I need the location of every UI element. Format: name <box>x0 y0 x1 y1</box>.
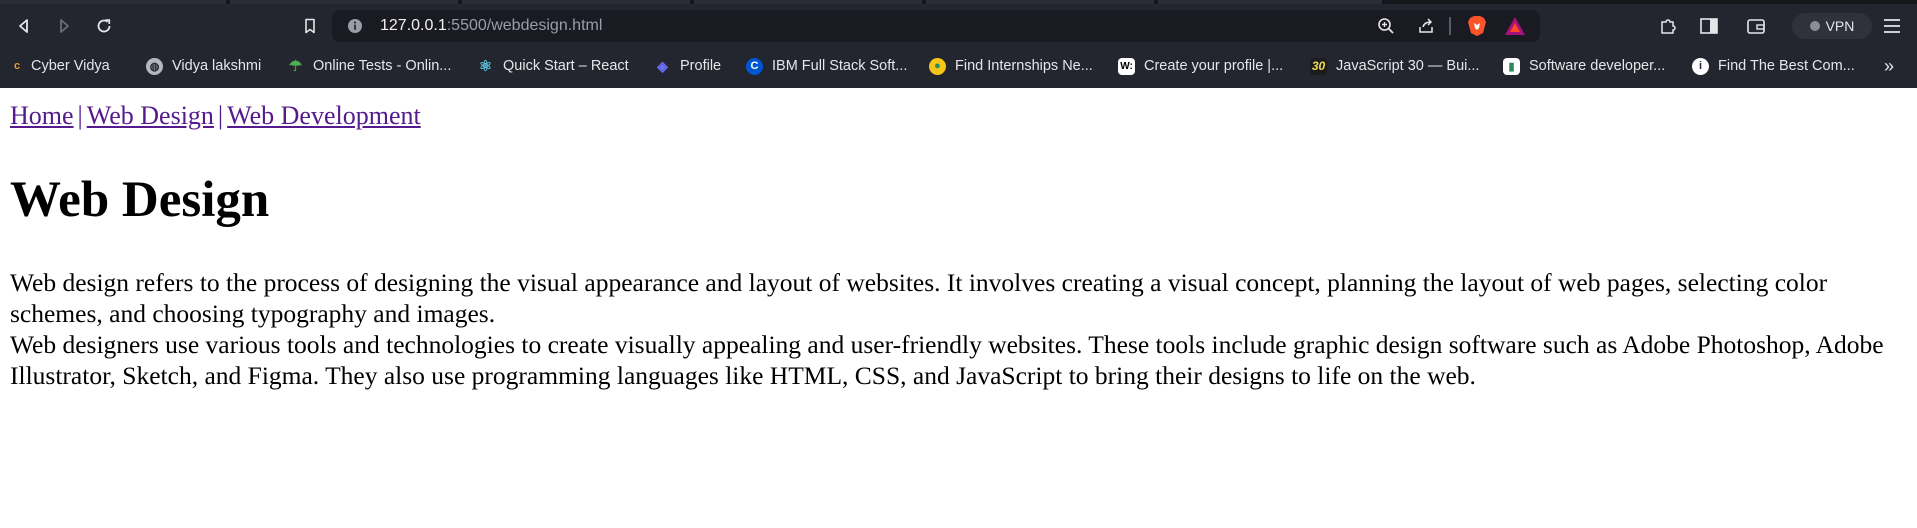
toolbar-divider <box>1449 17 1451 35</box>
bookmark-label: JavaScript 30 — Bui... <box>1336 58 1480 74</box>
browser-chrome: 127.0.0.1:5500/webdesign.html VPN c Cybe… <box>0 0 1917 88</box>
coursera-icon: C <box>746 57 763 75</box>
vpn-status-dot <box>1809 21 1820 31</box>
cybervidya-icon: c <box>13 60 21 72</box>
nav-separator: | <box>77 101 83 130</box>
bookmark-online-tests[interactable]: ☂ Online Tests - Onlin... <box>287 54 452 78</box>
vpn-button[interactable]: VPN <box>1792 13 1872 39</box>
indeed-icon: ▮ <box>1503 57 1520 75</box>
internshala-icon: ● <box>929 57 946 75</box>
wellfound-icon: W: <box>1118 57 1135 75</box>
react-icon: ⚛ <box>478 58 493 75</box>
nav-separator: | <box>217 101 224 130</box>
brave-rewards-icon[interactable] <box>1504 15 1526 37</box>
bookmarks-overflow-button[interactable]: » <box>1884 54 1894 78</box>
bookmark-label: Software developer... <box>1529 58 1666 74</box>
url-text[interactable]: 127.0.0.1:5500/webdesign.html <box>380 10 602 42</box>
reload-icon[interactable] <box>90 12 118 40</box>
back-icon[interactable] <box>10 12 38 40</box>
bookmark-vidya-lakshmi[interactable]: ◍ Vidya lakshmi <box>146 54 261 78</box>
intro-paragraph: Web design refers to the process of desi… <box>10 268 1828 328</box>
bookmark-software-developer[interactable]: ▮ Software developer... <box>1503 54 1665 78</box>
bookmarks-bar: c Cyber Vidya ◍ Vidya lakshmi ☂ Online T… <box>0 48 1917 84</box>
bookmark-cyber-vidya[interactable]: c Cyber Vidya <box>12 54 110 78</box>
menu-icon[interactable] <box>1880 14 1904 38</box>
js30-icon: 30 <box>1310 57 1327 75</box>
bookmark-javascript-30[interactable]: 30 JavaScript 30 — Bui... <box>1310 54 1479 78</box>
url-path: :5500/webdesign.html <box>446 17 603 34</box>
bookmark-icon[interactable] <box>296 12 324 40</box>
browser-toolbar: 127.0.0.1:5500/webdesign.html VPN <box>0 4 1917 48</box>
url-host: 127.0.0.1 <box>380 17 447 34</box>
bookmark-label: IBM Full Stack Soft... <box>772 58 908 74</box>
bookmark-label: Find Internships Ne... <box>955 58 1093 74</box>
bookmark-label: Create your profile |... <box>1144 58 1284 74</box>
nav-link-home[interactable]: Home <box>10 101 74 130</box>
bookmark-label: Vidya lakshmi <box>172 58 262 74</box>
info-icon: i <box>1692 57 1709 75</box>
extensions-icon[interactable] <box>1656 14 1680 38</box>
bookmark-profile[interactable]: ◈ Profile <box>654 54 721 78</box>
bookmark-label: Quick Start – React <box>503 58 629 74</box>
page-title: Web Design <box>10 172 270 228</box>
bookmark-find-best-company[interactable]: i Find The Best Com... <box>1692 54 1855 78</box>
forward-icon[interactable] <box>50 12 78 40</box>
profile-icon: ◈ <box>657 57 668 74</box>
wallet-icon[interactable] <box>1744 14 1768 38</box>
onlinetests-icon: ☂ <box>288 58 303 75</box>
bookmark-label: Profile <box>680 58 722 74</box>
brave-shields-icon[interactable] <box>1466 15 1488 37</box>
tools-paragraph: Web designers use various tools and tech… <box>10 330 1884 390</box>
bookmark-label: Cyber Vidya <box>31 58 110 74</box>
bookmark-ibm-full-stack[interactable]: C IBM Full Stack Soft... <box>746 54 907 78</box>
address-bar[interactable]: 127.0.0.1:5500/webdesign.html <box>332 10 1540 42</box>
vpn-label: VPN <box>1825 18 1855 34</box>
bookmark-label: Find The Best Com... <box>1718 58 1855 74</box>
nav-link-web-development[interactable]: Web Development <box>227 101 421 130</box>
zoom-icon[interactable] <box>1376 16 1396 36</box>
site-nav: Home | Web Design | Web Development <box>10 101 421 131</box>
bookmark-label: Online Tests - Onlin... <box>313 58 452 74</box>
site-info-icon[interactable] <box>346 17 364 35</box>
globe-icon: ◍ <box>146 57 163 75</box>
bookmark-find-internships[interactable]: ● Find Internships Ne... <box>929 54 1093 78</box>
nav-link-web-design[interactable]: Web Design <box>87 101 214 130</box>
share-icon[interactable] <box>1416 16 1436 36</box>
bookmark-quick-start-react[interactable]: ⚛ Quick Start – React <box>477 54 629 78</box>
bookmark-create-profile[interactable]: W: Create your profile |... <box>1118 54 1283 78</box>
sidebar-icon[interactable] <box>1697 14 1721 38</box>
